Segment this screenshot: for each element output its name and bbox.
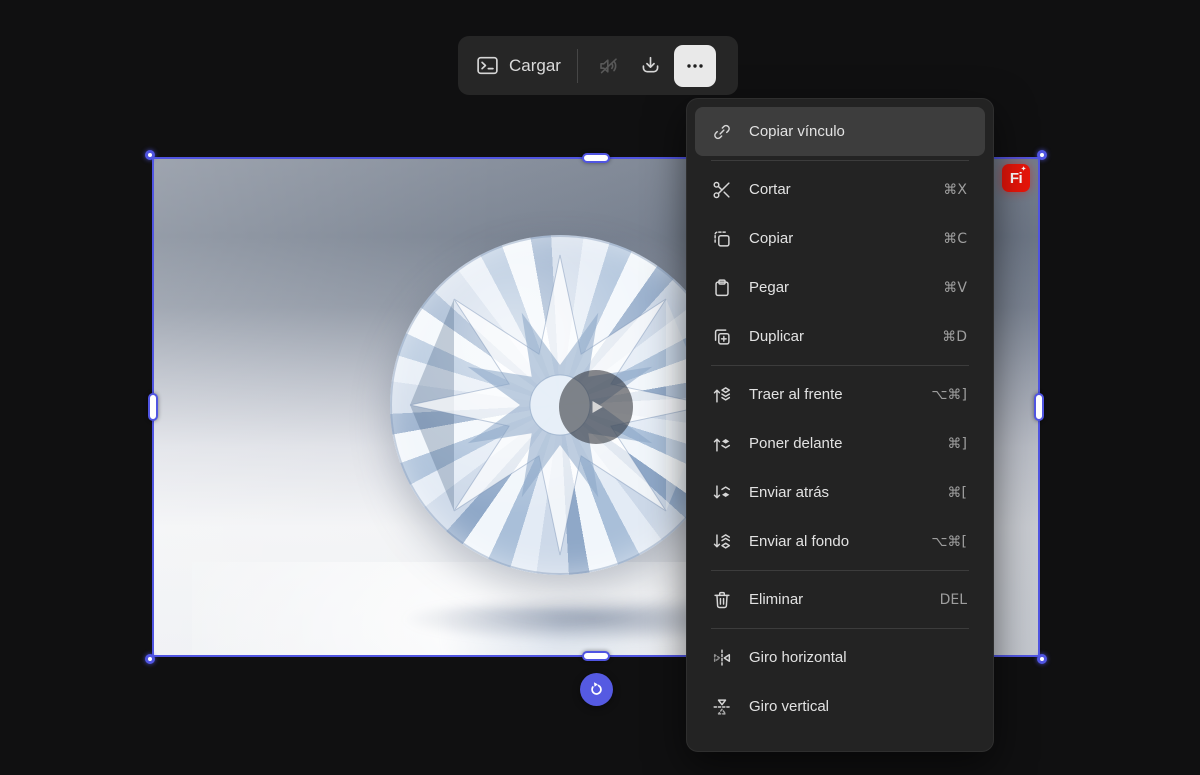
menu-divider [711,365,969,366]
menu-item-label: Enviar al fondo [749,533,850,550]
trash-icon [711,589,733,611]
resize-handle-top-right[interactable] [1037,150,1047,160]
menu-item-label: Eliminar [749,591,804,608]
more-options-icon [687,63,703,68]
menu-item-shortcut: ⌥⌘[ [931,533,967,550]
load-button[interactable]: Cargar [465,45,571,86]
menu-item-send-backward[interactable]: Enviar atrás ⌘[ [695,468,985,517]
clipboard-icon [711,277,733,299]
menu-item-shortcut: ⌘C [943,230,967,247]
context-menu: Copiar vínculo Cortar ⌘X Copiar ⌘C Pegar… [686,98,994,752]
bring-to-front-icon [711,384,733,406]
menu-item-copy-link[interactable]: Copiar vínculo [695,107,985,156]
menu-item-label: Copiar vínculo [749,123,845,140]
rotate-handle[interactable] [580,673,613,706]
download-icon [643,56,659,73]
menu-item-shortcut: ⌥⌘] [931,386,967,403]
menu-item-label: Giro vertical [749,698,830,715]
resize-handle-bottom[interactable] [582,651,610,661]
menu-item-copy[interactable]: Copiar ⌘C [695,214,985,263]
muted-audio-icon [600,57,617,73]
send-backward-icon [711,482,733,504]
menu-item-delete[interactable]: Eliminar DEL [695,575,985,624]
menu-divider [711,570,969,571]
resize-handle-top-left[interactable] [145,150,155,160]
menu-item-label: Pegar [749,279,790,296]
menu-item-shortcut: ⌘D [942,328,967,345]
menu-item-shortcut: ⌘X [943,181,967,198]
menu-divider [711,628,969,629]
resize-handle-bottom-right[interactable] [1037,654,1047,664]
menu-item-shortcut: DEL [939,591,967,608]
menu-item-shortcut: ⌘V [943,279,967,296]
menu-item-label: Poner delante [749,435,843,452]
resize-handle-bottom-left[interactable] [145,654,155,664]
firefly-badge: Fi ✦ [1002,164,1030,192]
menu-item-label: Enviar atrás [749,484,830,501]
floating-toolbar: Cargar [458,36,738,95]
flip-horizontal-icon [711,647,733,669]
copy-icon [711,228,733,250]
menu-item-shortcut: ⌘] [947,435,967,452]
download-button[interactable] [630,45,672,87]
menu-item-bring-forward[interactable]: Poner delante ⌘] [695,419,985,468]
resize-handle-left[interactable] [148,393,158,421]
link-icon [711,121,733,143]
menu-item-duplicate[interactable]: Duplicar ⌘D [695,312,985,361]
more-options-button[interactable] [673,44,716,87]
sparkle-icon: ✦ [1020,166,1027,173]
menu-item-bring-to-front[interactable]: Traer al frente ⌥⌘] [695,370,985,419]
menu-item-label: Traer al frente [749,386,843,403]
terminal-prompt-icon [477,56,498,75]
menu-divider [711,160,969,161]
menu-item-paste[interactable]: Pegar ⌘V [695,263,985,312]
menu-item-send-to-back[interactable]: Enviar al fondo ⌥⌘[ [695,517,985,566]
resize-handle-right[interactable] [1034,393,1044,421]
menu-item-shortcut: ⌘[ [947,484,967,501]
toolbar-divider [576,48,578,83]
menu-item-label: Cortar [749,181,791,198]
rotate-ccw-icon [591,682,602,695]
load-button-label: Cargar [509,55,561,75]
bring-forward-icon [711,433,733,455]
send-to-back-icon [711,531,733,553]
scissors-icon [711,179,733,201]
menu-item-flip-horizontal[interactable]: Giro horizontal [695,633,985,682]
flip-vertical-icon [711,696,733,718]
menu-item-flip-vertical[interactable]: Giro vertical [695,682,985,731]
editor-canvas: { "app": { "canvas_bg": "#101011", "acce… [0,0,1200,775]
duplicate-icon [711,326,733,348]
menu-item-label: Giro horizontal [749,649,847,666]
resize-handle-top[interactable] [582,153,610,163]
menu-item-label: Duplicar [749,328,805,345]
menu-item-cut[interactable]: Cortar ⌘X [695,165,985,214]
mute-button[interactable] [588,45,630,87]
menu-item-label: Copiar [749,230,794,247]
